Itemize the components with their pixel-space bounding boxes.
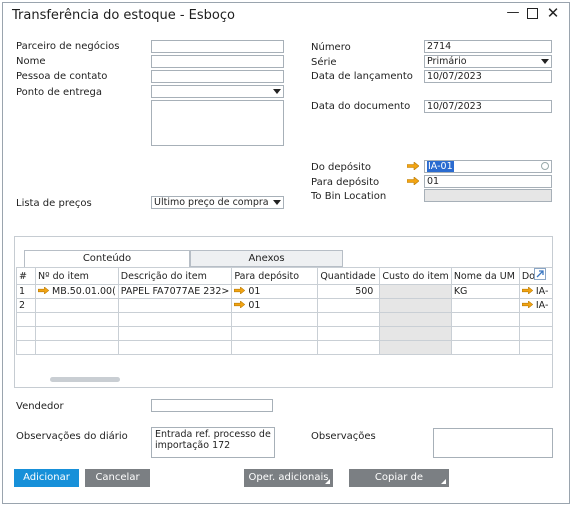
item-description-cell[interactable] (117, 298, 233, 313)
copy-from-label: Copiar de (374, 472, 424, 483)
journal-remarks-field[interactable]: Entrada ref. processo de importação 172 (151, 427, 275, 458)
tab-contents[interactable]: Conteúdo (24, 250, 190, 267)
posting-date-field[interactable]: 10/07/2023 (424, 70, 552, 83)
uom-name-cell[interactable] (450, 298, 520, 313)
column-header[interactable]: Nome da UM (450, 267, 520, 285)
chevron-down-icon (541, 59, 549, 64)
quantity-cell[interactable]: 500 (317, 284, 381, 299)
from-warehouse-value: IA- (535, 300, 549, 311)
partner-field[interactable] (151, 40, 284, 53)
delivery-address-box[interactable] (151, 100, 284, 146)
corner-indicator-icon (441, 479, 446, 484)
to-warehouse-label: Para depósito (311, 177, 380, 188)
search-icon[interactable] (541, 162, 549, 170)
journal-remarks-label: Observações do diário (16, 431, 128, 442)
to-bin-label: To Bin Location (311, 191, 387, 202)
link-arrow-icon[interactable] (234, 300, 246, 309)
uom-name-cell[interactable]: KG (450, 284, 520, 299)
item-cost-cell (379, 284, 452, 299)
table-row[interactable]: 1 MB.50.01.00( PAPEL FA7077AE 232> 01 50… (16, 284, 553, 299)
item-number-value: MB.50.01.00( (52, 286, 116, 297)
cancel-button[interactable]: Cancelar (85, 469, 150, 487)
series-value: Primário (427, 56, 467, 67)
column-header[interactable]: Descrição do item (117, 267, 233, 285)
item-cost-cell (379, 298, 452, 313)
from-warehouse-label: Do depósito (311, 162, 371, 173)
chevron-down-icon (273, 200, 281, 205)
link-arrow-icon[interactable] (37, 286, 50, 295)
additional-operations-button[interactable]: Oper. adicionais (244, 469, 333, 487)
to-warehouse-cell[interactable]: 01 (231, 298, 319, 313)
number-label: Número (311, 42, 351, 53)
partner-label: Parceiro de negócios (16, 41, 120, 52)
link-arrow-icon[interactable] (407, 177, 419, 185)
table-row[interactable]: 2 01 IA- (16, 298, 553, 313)
minimize-icon[interactable]: — (506, 6, 520, 20)
table-header-row: # Nº do item Descrição do item Para depó… (16, 267, 553, 285)
quantity-cell[interactable] (317, 298, 381, 313)
column-header[interactable]: Custo do item (379, 267, 452, 285)
from-warehouse-field[interactable]: IA-01 (424, 160, 552, 173)
name-label: Nome (16, 56, 46, 67)
number-field[interactable]: 2714 (424, 40, 552, 53)
from-warehouse-cell[interactable]: IA- (518, 284, 553, 299)
remarks-field[interactable] (433, 428, 553, 458)
column-header[interactable]: # (16, 267, 36, 285)
series-select[interactable]: Primário (424, 55, 552, 68)
to-warehouse-cell[interactable]: 01 (231, 284, 319, 299)
doc-date-label: Data do documento (311, 101, 411, 112)
horizontal-scrollbar[interactable] (50, 377, 120, 382)
seller-field[interactable] (151, 399, 273, 412)
name-field[interactable] (151, 55, 284, 68)
tab-attachments[interactable]: Anexos (190, 250, 343, 267)
row-number[interactable]: 2 (16, 298, 36, 313)
expand-icon[interactable] (534, 268, 546, 280)
to-warehouse-value: 01 (248, 300, 261, 311)
table-row[interactable] (16, 326, 553, 341)
link-arrow-icon[interactable] (407, 162, 419, 170)
item-number-cell[interactable] (35, 298, 119, 313)
link-arrow-icon[interactable] (234, 286, 246, 295)
item-description-cell[interactable]: PAPEL FA7077AE 232> (117, 284, 233, 299)
posting-date-label: Data de lançamento (311, 71, 413, 82)
corner-indicator-icon (325, 479, 330, 484)
to-bin-field (424, 189, 552, 202)
price-list-value: Último preço de compra (154, 197, 269, 208)
to-warehouse-value: 01 (248, 286, 261, 297)
price-list-label: Lista de preços (16, 198, 92, 209)
remarks-label: Observações (311, 431, 376, 442)
chevron-down-icon (273, 89, 281, 94)
row-number[interactable]: 1 (16, 284, 36, 299)
contact-label: Pessoa de contato (16, 71, 108, 82)
items-table: # Nº do item Descrição do item Para depó… (16, 267, 553, 355)
delivery-point-label: Ponto de entrega (16, 87, 102, 98)
from-warehouse-cell[interactable]: IA- (518, 298, 553, 313)
link-arrow-icon[interactable] (521, 286, 533, 295)
add-button[interactable]: Adicionar (14, 469, 79, 487)
table-row[interactable] (16, 312, 553, 327)
column-header[interactable]: Para depósito (231, 267, 319, 285)
item-number-cell[interactable]: MB.50.01.00( (35, 284, 119, 299)
doc-date-field[interactable]: 10/07/2023 (424, 100, 552, 113)
close-icon[interactable]: ✕ (546, 6, 560, 21)
additional-operations-label: Oper. adicionais (248, 472, 329, 483)
table-row[interactable] (16, 340, 553, 355)
copy-from-button[interactable]: Copiar de (349, 469, 449, 487)
maximize-icon[interactable] (525, 6, 539, 20)
to-warehouse-field[interactable]: 01 (424, 175, 552, 188)
link-arrow-icon[interactable] (521, 300, 533, 309)
delivery-point-select[interactable] (151, 85, 284, 98)
from-warehouse-value: IA-01 (427, 161, 454, 172)
contact-field[interactable] (151, 70, 284, 83)
seller-label: Vendedor (16, 401, 64, 412)
window-title: Transferência do estoque - Esboço (12, 8, 235, 23)
column-header[interactable]: Nº do item (35, 267, 119, 285)
price-list-select[interactable]: Último preço de compra (151, 196, 284, 209)
from-warehouse-value: IA- (535, 286, 549, 297)
column-header[interactable]: Quantidade (317, 267, 381, 285)
series-label: Série (311, 57, 337, 68)
